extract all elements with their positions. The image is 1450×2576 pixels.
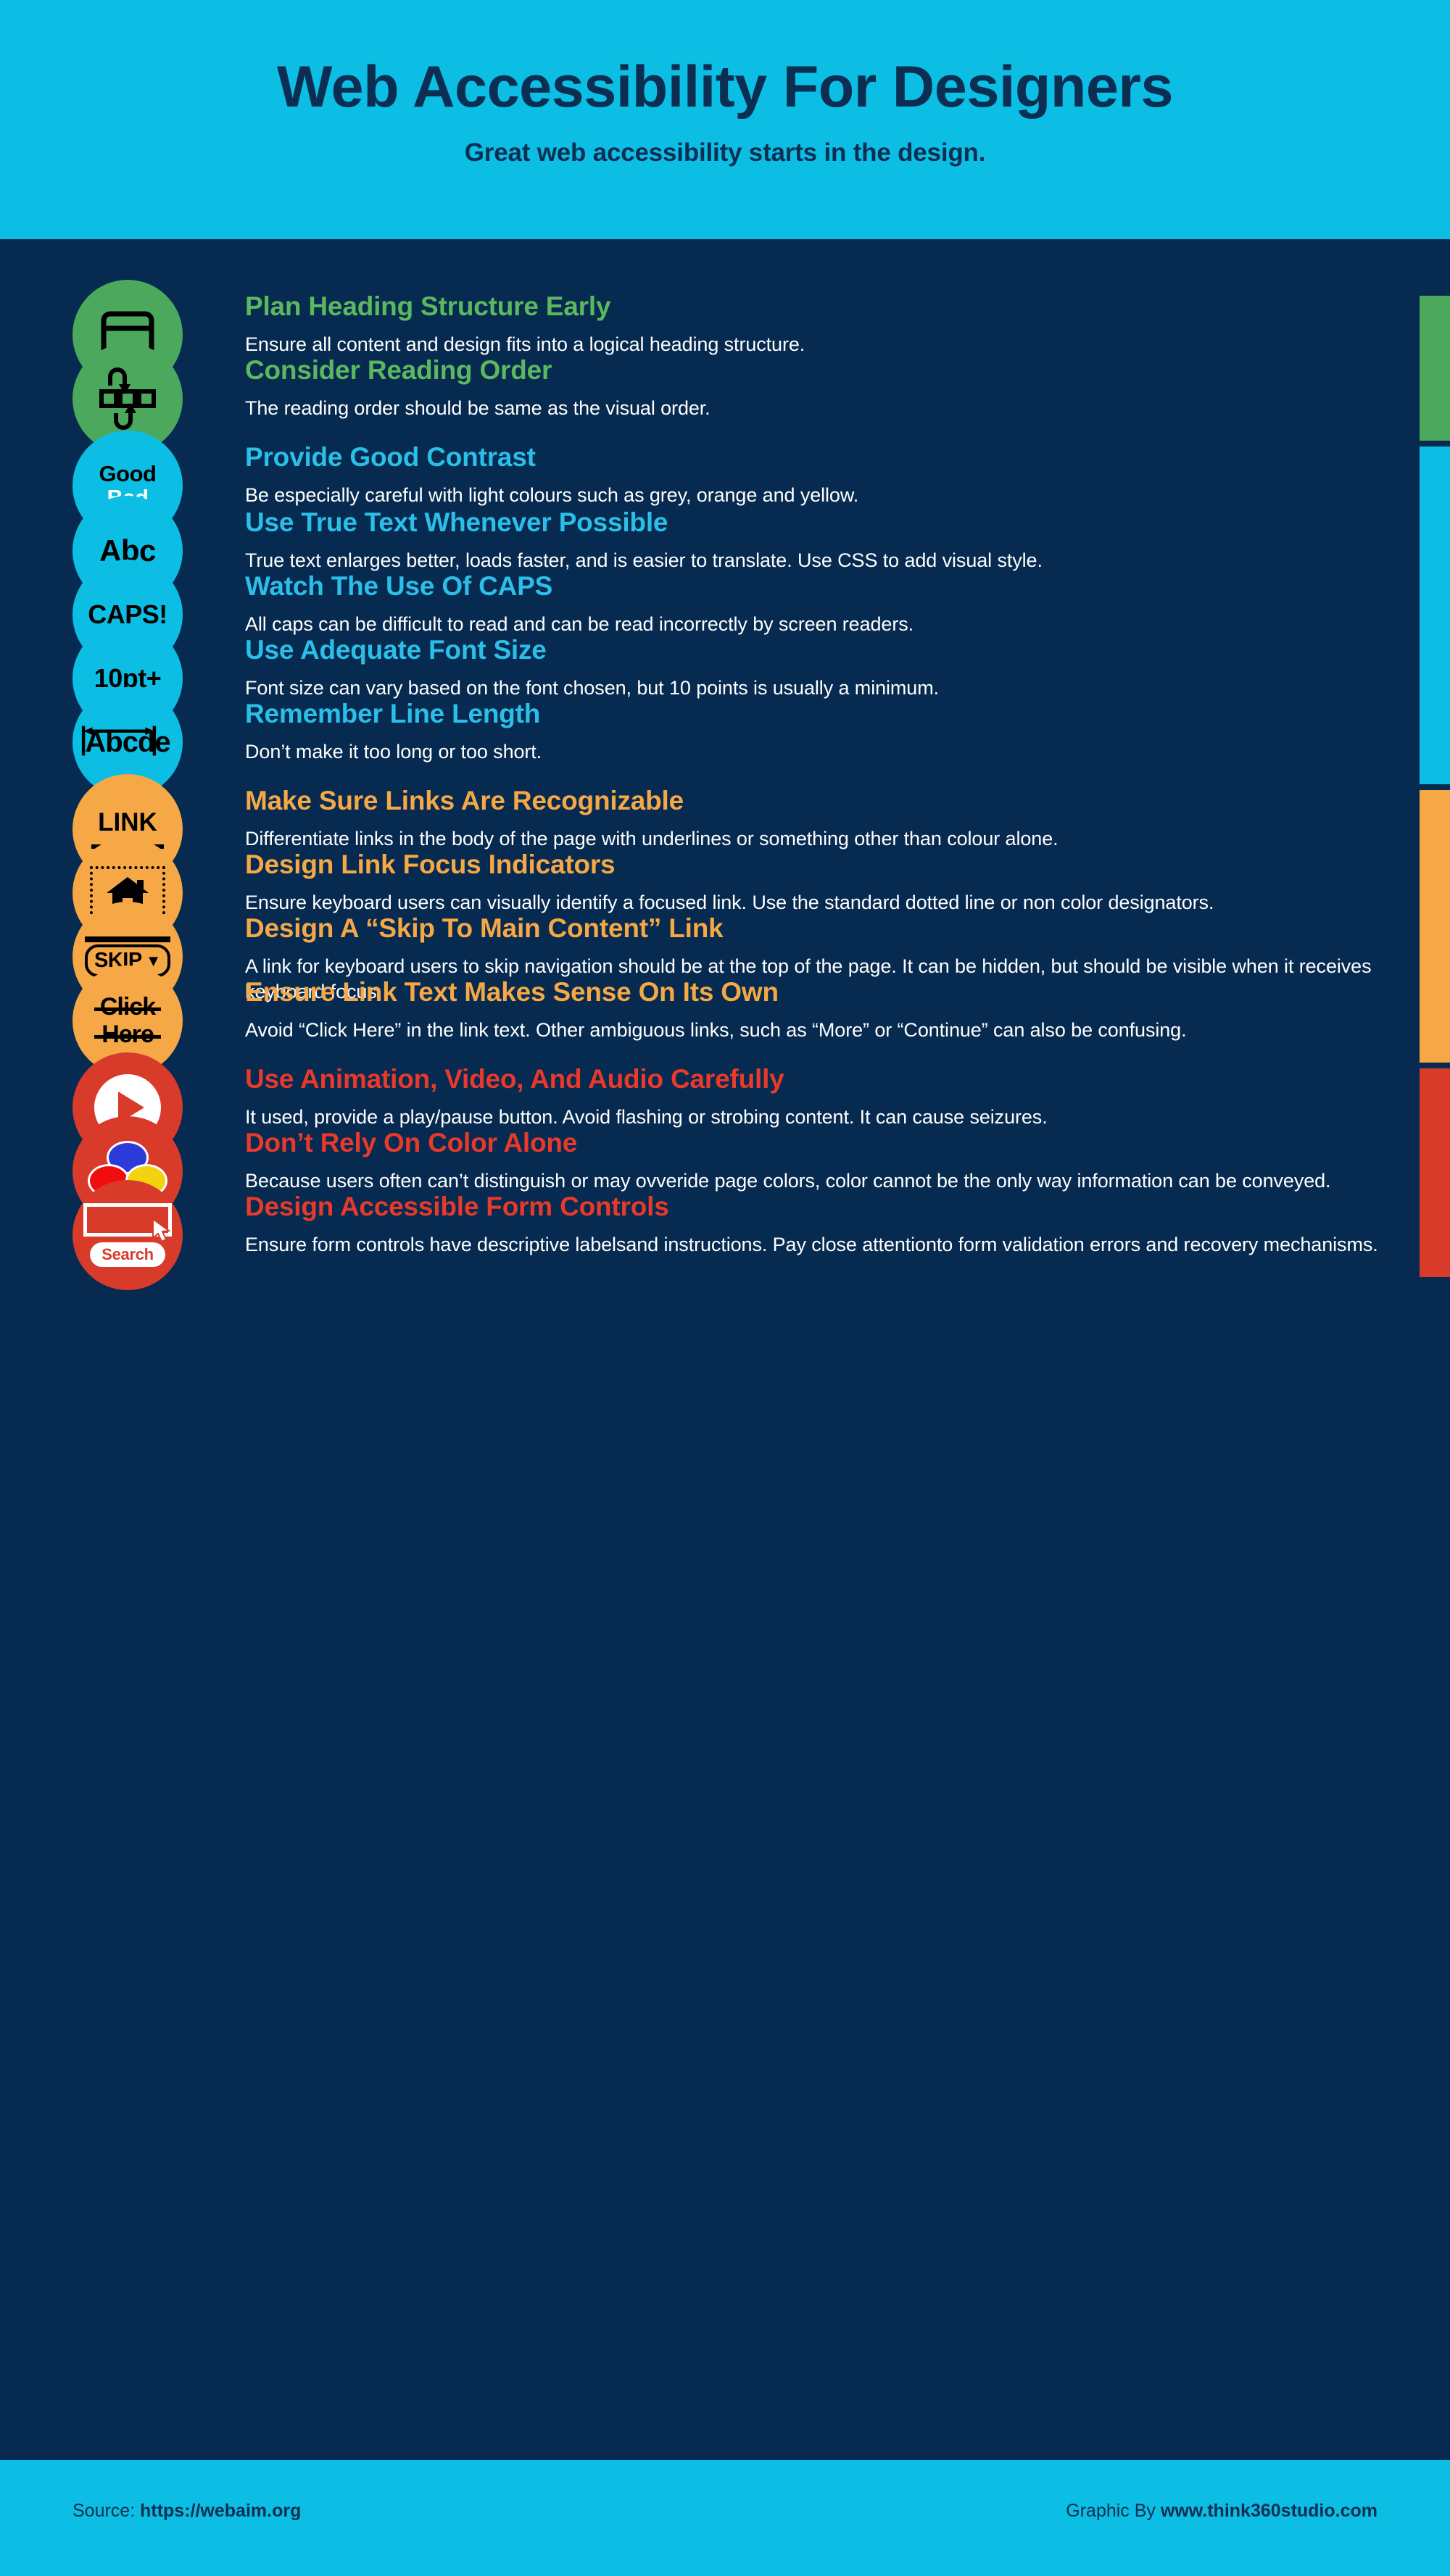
tip-row: CAPS! Watch The Use Of CAPS All caps can b… xyxy=(0,560,1450,670)
footer-source-label: Source: xyxy=(72,2501,141,2521)
tip-text: Consider Reading Order The reading order … xyxy=(245,355,1405,421)
tip-description: Don’t make it too long or too short. xyxy=(245,740,542,763)
tip-text: Ensure Link Text Makes Sense On Its Own A… xyxy=(245,977,1405,1043)
footer-source-url[interactable]: https://webaim.org xyxy=(140,2501,301,2521)
tip-row: Plan Heading Structure Early Ensure all c… xyxy=(0,280,1450,390)
tip-title: Watch The Use Of CAPS xyxy=(245,571,553,601)
footer-source: Source: https://webaim.org xyxy=(72,2501,301,2522)
tip-row: 10pt+ Use Adequate Font Size Font size can… xyxy=(0,623,1450,734)
click-label-top: Click xyxy=(94,994,162,1019)
strikethrough-line xyxy=(94,1007,162,1011)
tip-title: Ensure Link Text Makes Sense On Its Own xyxy=(245,977,779,1007)
tip-row: Abcde Remember Line Length Don’t make it t… xyxy=(0,687,1450,797)
tip-title: Make Sure Links Are Recognizable xyxy=(245,786,684,815)
footer-credit: Graphic By www.think360studio.com xyxy=(1066,2501,1378,2522)
tip-row: Click Here Ensure Link Text Makes Sense On… xyxy=(0,965,1450,1076)
tips-list: Plan Heading Structure Early Ensure all c… xyxy=(0,239,1450,2460)
tip-description: Avoid “Click Here” in the link text. Oth… xyxy=(245,1018,1187,1041)
tip-row: Consider Reading Order The reading order … xyxy=(0,344,1450,454)
page-title: Web Accessibility For Designers xyxy=(277,54,1173,120)
tip-title: Consider Reading Order xyxy=(245,355,552,385)
tip-title: Use Adequate Font Size xyxy=(245,635,547,665)
tip-title: Design Link Focus Indicators xyxy=(245,849,616,879)
form-input-outline xyxy=(83,1203,172,1243)
tip-bullet-14: Search xyxy=(72,1180,183,1290)
tip-row: Use Animation, Video, And Audio Carefull… xyxy=(0,1052,1450,1163)
search-button-label: Search xyxy=(90,1242,165,1267)
tip-row: LINK Make Sure Links Are Recognizable Diff… xyxy=(0,774,1450,884)
tip-description: The reading order should be same as the … xyxy=(245,396,710,419)
tip-title: Design Accessible Form Controls xyxy=(245,1192,669,1221)
tip-row: SKIP ▼ Design A “Skip To Main Content” Lin… xyxy=(0,902,1450,1012)
tip-title: Provide Good Contrast xyxy=(245,442,536,472)
footer-credit-label: Graphic By xyxy=(1066,2501,1161,2521)
link-label: LINK xyxy=(98,808,157,836)
tip-title: Remember Line Length xyxy=(245,699,541,728)
page-subtitle: Great web accessibility starts in the de… xyxy=(464,138,986,167)
tip-row: Abc Use True Text Whenever Possible True t… xyxy=(0,496,1450,606)
header-banner: Web Accessibility For Designers Great we… xyxy=(0,0,1450,239)
tip-row: Search Design Accessible Form Controls Ens… xyxy=(0,1180,1450,1290)
accent-tab xyxy=(1420,360,1450,441)
tip-text: Remember Line Length Don’t make it too lo… xyxy=(245,699,1405,765)
tip-title: Don’t Rely On Color Alone xyxy=(245,1128,578,1158)
infographic-page: Web Accessibility For Designers Great we… xyxy=(0,0,1450,2576)
cursor-icon xyxy=(152,1218,171,1243)
tip-row: GoodBadProvide Good ContrastBe especiall… xyxy=(0,431,1450,541)
tip-title: Use Animation, Video, And Audio Carefull… xyxy=(245,1064,784,1094)
tip-row: Don’t Rely On Color Alone Because users o… xyxy=(0,1116,1450,1226)
tip-title: Design A “Skip To Main Content” Link xyxy=(245,913,724,943)
accent-tab xyxy=(1420,1196,1450,1277)
tip-title: Use True Text Whenever Possible xyxy=(245,507,668,537)
accent-tab xyxy=(1420,981,1450,1063)
tip-description: Ensure form controls have descriptive la… xyxy=(245,1233,1378,1255)
search-form-icon: Search xyxy=(72,1180,183,1290)
tip-row: Design Link Focus Indicators Ensure keybo… xyxy=(0,838,1450,948)
strikethrough-line xyxy=(94,1035,162,1039)
click-label-bottom: Here xyxy=(94,1022,162,1047)
skip-top-bar xyxy=(85,936,170,942)
line-length-label: Abcde xyxy=(85,726,170,758)
tip-title: Plan Heading Structure Early xyxy=(245,291,611,321)
tip-text: Design Accessible Form Controls Ensure fo… xyxy=(245,1192,1405,1258)
footer-credit-url[interactable]: www.think360studio.com xyxy=(1161,2501,1378,2521)
footer-bar: Source: https://webaim.org Graphic By ww… xyxy=(0,2460,1450,2576)
contrast-good-label: Good xyxy=(99,461,157,486)
accent-tab xyxy=(1420,703,1450,784)
